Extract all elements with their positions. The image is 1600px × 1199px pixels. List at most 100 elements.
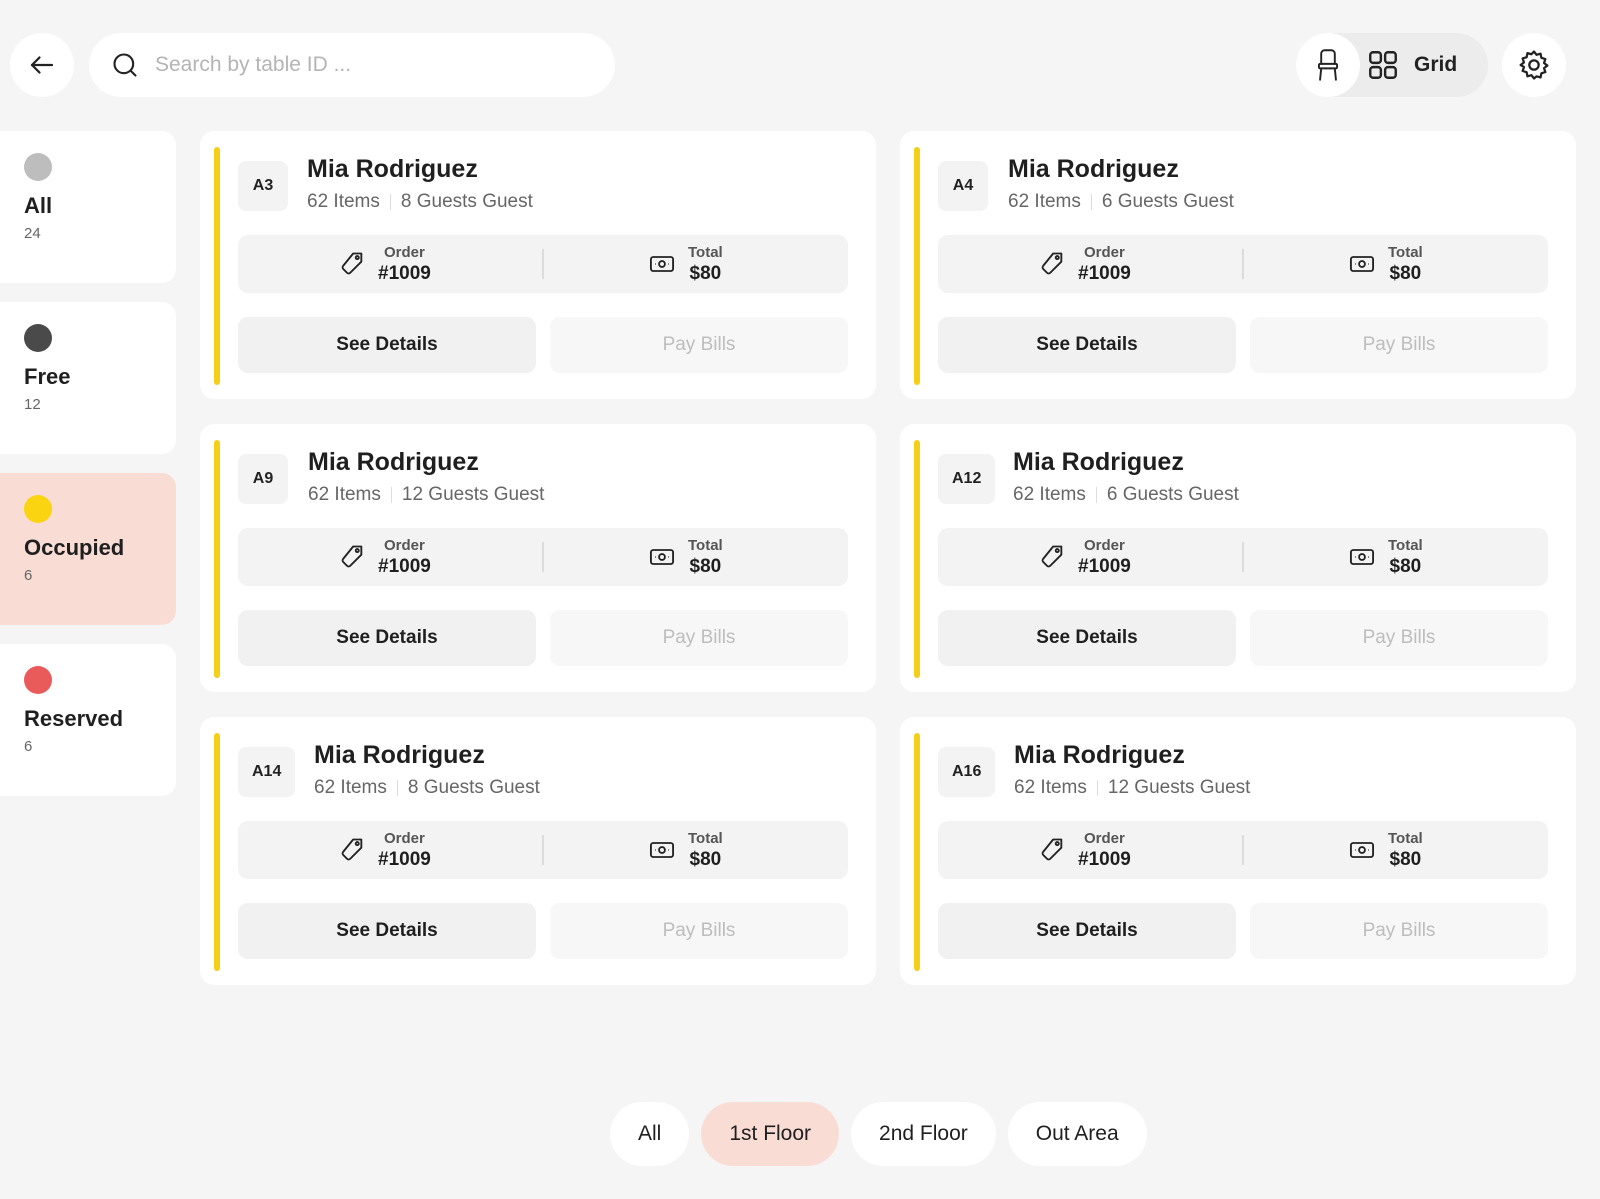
floor-view-button[interactable] — [1296, 33, 1360, 97]
customer-name: Mia Rodriguez — [1013, 448, 1184, 476]
status-bar — [914, 440, 920, 678]
see-details-button[interactable]: See Details — [238, 317, 536, 373]
table-card[interactable]: A12 Mia Rodriguez 62 Items 6 Guests Gues… — [900, 424, 1576, 692]
filter-reserved[interactable]: Reserved 6 — [0, 644, 176, 796]
separator — [1095, 487, 1097, 503]
order-stats: Order #1009 Total $80 — [938, 528, 1548, 586]
filter-all[interactable]: All 24 — [0, 131, 176, 283]
order-stats: Order #1009 Total $80 — [938, 821, 1548, 879]
item-count: 62 Items — [308, 484, 381, 505]
status-bar — [914, 147, 920, 385]
top-bar: Grid — [0, 0, 1600, 110]
tag-icon — [341, 252, 363, 275]
filter-occupied[interactable]: Occupied 6 — [0, 473, 176, 625]
card-subtitle: 62 Items 6 Guests Guest — [1008, 191, 1234, 213]
pay-bills-button[interactable]: Pay Bills — [1250, 317, 1548, 373]
stats-divider — [542, 542, 544, 572]
stats-divider — [542, 249, 544, 279]
filter-label: Reserved — [24, 706, 124, 731]
card-subtitle: 62 Items 6 Guests Guest — [1013, 484, 1239, 506]
order-label: Order — [1083, 829, 1125, 847]
total-stat: Total $80 — [648, 528, 723, 586]
order-number: #1009 — [378, 262, 431, 284]
order-stat: Order #1009 — [1038, 528, 1131, 586]
order-label: Order — [383, 829, 425, 847]
card-subtitle: 62 Items 8 Guests Guest — [307, 191, 533, 213]
stats-divider — [1242, 835, 1244, 865]
filter-count: 6 — [24, 738, 33, 755]
view-toggle: Grid — [1296, 33, 1488, 97]
table-card[interactable]: A9 Mia Rodriguez 62 Items 12 Guests Gues… — [200, 424, 876, 692]
table-card[interactable]: A3 Mia Rodriguez 62 Items 8 Guests Guest… — [200, 131, 876, 399]
customer-name: Mia Rodriguez — [307, 155, 478, 183]
item-count: 62 Items — [1013, 484, 1086, 505]
grid-view-label: Grid — [1414, 53, 1458, 76]
status-bar — [214, 733, 220, 971]
total-label: Total — [688, 243, 723, 261]
stats-divider — [1242, 249, 1244, 279]
tag-icon — [341, 545, 363, 568]
total-label: Total — [688, 536, 723, 554]
filter-label: Free — [24, 364, 71, 389]
table-card[interactable]: A4 Mia Rodriguez 62 Items 6 Guests Guest… — [900, 131, 1576, 399]
see-details-button[interactable]: See Details — [938, 610, 1236, 666]
pay-bills-button[interactable]: Pay Bills — [1250, 903, 1548, 959]
see-details-button[interactable]: See Details — [238, 903, 536, 959]
guest-count: 6 Guests Guest — [1101, 191, 1234, 212]
order-stats: Order #1009 Total $80 — [238, 528, 848, 586]
customer-name: Mia Rodriguez — [314, 741, 485, 769]
tab-2nd-floor[interactable]: 2nd Floor — [851, 1102, 996, 1166]
tab-out-area[interactable]: Out Area — [1007, 1102, 1147, 1166]
total-label: Total — [1388, 243, 1423, 261]
separator — [389, 194, 391, 210]
total-amount: $80 — [689, 848, 722, 870]
table-id-badge: A12 — [938, 454, 996, 504]
guest-count: 8 Guests Guest — [407, 777, 540, 798]
pay-bills-button[interactable]: Pay Bills — [550, 317, 848, 373]
order-stat: Order #1009 — [1038, 235, 1131, 293]
total-amount: $80 — [689, 262, 722, 284]
status-dot — [24, 666, 52, 694]
filter-count: 24 — [24, 225, 41, 242]
separator — [1090, 194, 1092, 210]
table-card[interactable]: A14 Mia Rodriguez 62 Items 8 Guests Gues… — [200, 717, 876, 985]
see-details-button[interactable]: See Details — [238, 610, 536, 666]
cash-icon — [649, 256, 675, 272]
separator — [1096, 780, 1098, 796]
see-details-button[interactable]: See Details — [938, 903, 1236, 959]
card-subtitle: 62 Items 12 Guests Guest — [308, 484, 544, 506]
order-number: #1009 — [1078, 555, 1131, 577]
search-input[interactable] — [153, 52, 577, 78]
order-stats: Order #1009 Total $80 — [238, 235, 848, 293]
card-subtitle: 62 Items 12 Guests Guest — [1014, 777, 1250, 799]
table-card[interactable]: A16 Mia Rodriguez 62 Items 12 Guests Gue… — [900, 717, 1576, 985]
filter-count: 12 — [24, 396, 41, 413]
order-stats: Order #1009 Total $80 — [938, 235, 1548, 293]
order-stat: Order #1009 — [338, 235, 431, 293]
grid-view-button[interactable]: Grid — [1366, 33, 1484, 97]
tab-all[interactable]: All — [610, 1102, 690, 1166]
pay-bills-button[interactable]: Pay Bills — [550, 903, 848, 959]
pay-bills-button[interactable]: Pay Bills — [550, 610, 848, 666]
back-button[interactable] — [10, 33, 74, 97]
see-details-button[interactable]: See Details — [938, 317, 1236, 373]
table-id-badge: A4 — [938, 161, 988, 211]
tag-icon — [1041, 838, 1063, 861]
total-amount: $80 — [1389, 555, 1422, 577]
pay-bills-button[interactable]: Pay Bills — [1250, 610, 1548, 666]
status-bar — [914, 733, 920, 971]
tab-1st-floor[interactable]: 1st Floor — [701, 1102, 840, 1166]
cash-icon — [1349, 549, 1375, 565]
separator — [396, 780, 398, 796]
order-stats: Order #1009 Total $80 — [238, 821, 848, 879]
filter-free[interactable]: Free 12 — [0, 302, 176, 454]
tag-icon — [1041, 545, 1063, 568]
total-label: Total — [688, 829, 723, 847]
total-label: Total — [1388, 536, 1423, 554]
order-label: Order — [383, 243, 425, 261]
settings-button[interactable] — [1502, 33, 1566, 97]
order-label: Order — [1083, 243, 1125, 261]
search-bar — [89, 33, 615, 97]
item-count: 62 Items — [1014, 777, 1087, 798]
search-icon — [113, 53, 137, 77]
